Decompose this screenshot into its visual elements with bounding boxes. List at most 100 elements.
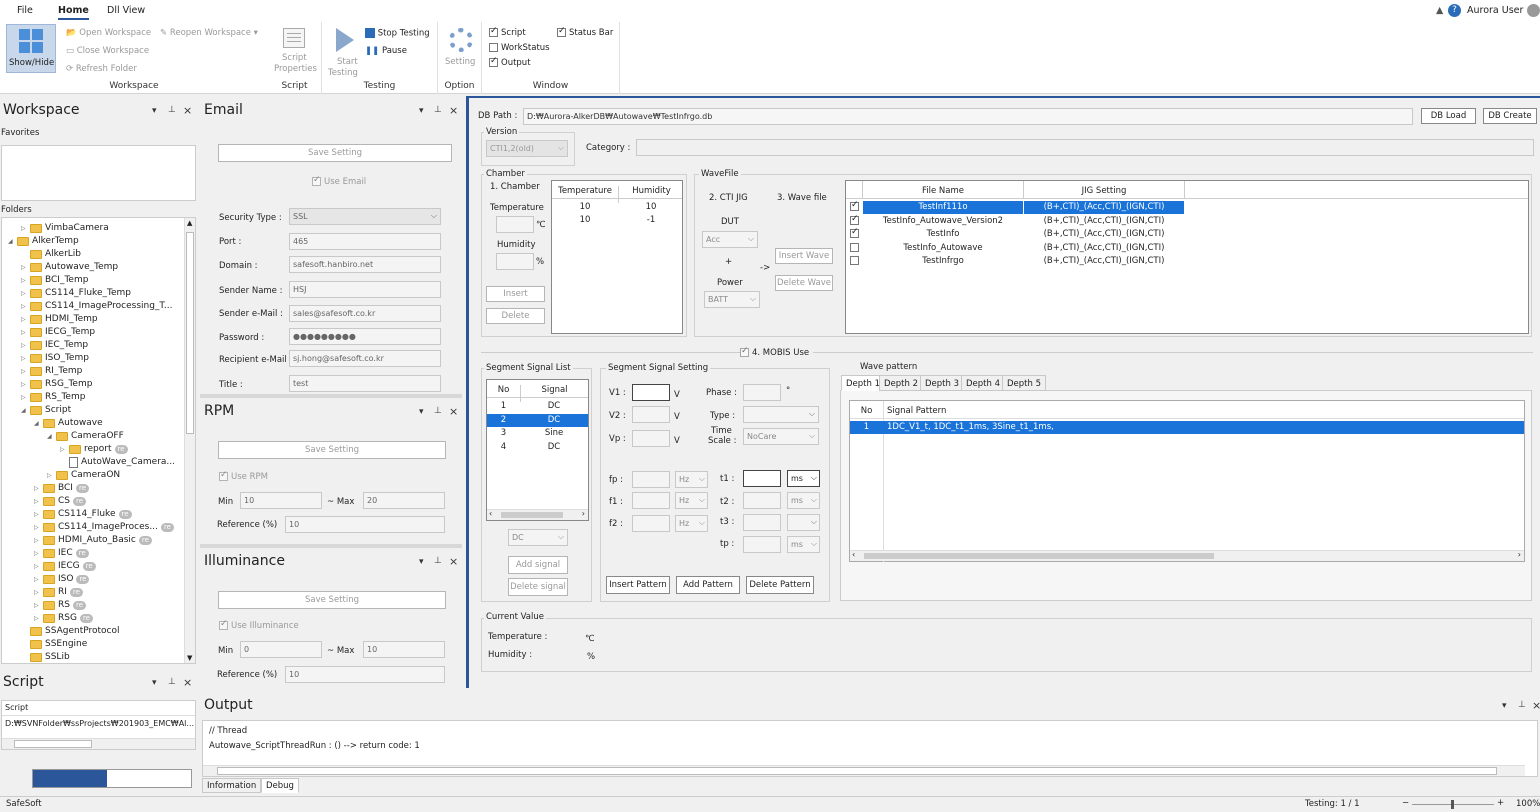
expanded-icon[interactable]: ◢ bbox=[34, 420, 43, 427]
table-row[interactable]: TestInfrgo (B+,CTI)_(Acc,CTI)_(IGN,CTI) bbox=[846, 255, 1528, 268]
title-field[interactable]: test bbox=[289, 375, 441, 392]
db-create-button[interactable]: DB Create bbox=[1483, 108, 1537, 124]
tree-item[interactable]: ▷ ISO re bbox=[34, 573, 90, 585]
pin-icon[interactable]: ⊥ bbox=[168, 105, 176, 115]
pin-icon[interactable]: ⊥ bbox=[434, 105, 442, 115]
tree-item[interactable]: ▷ BCI_Temp bbox=[21, 274, 88, 286]
tp-unit-select[interactable]: ms ⌵ bbox=[787, 536, 820, 553]
close-icon[interactable]: × bbox=[183, 104, 192, 117]
tp-field[interactable] bbox=[743, 536, 781, 553]
panel-menu-icon[interactable]: ▾ bbox=[419, 106, 424, 116]
user-name[interactable]: Aurora User bbox=[1467, 5, 1523, 16]
security-type-select[interactable]: SSL ⌵ bbox=[289, 208, 441, 225]
fp-field[interactable] bbox=[632, 471, 670, 488]
v2-field[interactable] bbox=[632, 406, 670, 423]
tree-item[interactable]: ▷ RI re bbox=[34, 586, 83, 598]
zoom-out-icon[interactable]: − bbox=[1402, 798, 1409, 808]
vp-field[interactable] bbox=[632, 430, 670, 447]
delete-wave-button[interactable]: Delete Wave bbox=[775, 275, 833, 291]
panel-menu-icon[interactable]: ▾ bbox=[1502, 701, 1507, 711]
scroll-left-icon[interactable]: ‹ bbox=[852, 550, 855, 559]
collapsed-icon[interactable]: ▷ bbox=[34, 563, 43, 570]
panel-menu-icon[interactable]: ▾ bbox=[419, 557, 424, 567]
menu-home[interactable]: Home bbox=[58, 5, 89, 20]
tab-depth-4[interactable]: Depth 4 bbox=[961, 375, 1005, 391]
port-field[interactable]: 465 bbox=[289, 233, 441, 250]
signal-type-select[interactable]: DC ⌵ bbox=[508, 529, 568, 546]
collapsed-icon[interactable]: ▷ bbox=[21, 277, 30, 284]
t1-unit-select[interactable]: ms ⌵ bbox=[787, 470, 820, 487]
tree-item[interactable]: ▷ Autowave_Temp bbox=[21, 261, 118, 273]
fp-unit-select[interactable]: Hz ⌵ bbox=[675, 471, 708, 488]
table-row[interactable]: TestInf111o(B+,CTI)_(Acc,CTI)_(IGN,CTI) bbox=[846, 200, 1528, 214]
wave-file-table[interactable]: File Name JIG Setting TestInf111o(B+,CTI… bbox=[845, 180, 1529, 334]
rpm-ref-field[interactable]: 10 bbox=[285, 516, 445, 533]
close-icon[interactable]: × bbox=[449, 405, 458, 418]
tree-item[interactable]: AlkerLib bbox=[21, 248, 81, 260]
hscroll-thumb[interactable] bbox=[217, 767, 1497, 775]
tree-item[interactable]: ▷ RS re bbox=[34, 599, 86, 611]
table-row[interactable]: TestInfo_Autowave (B+,CTI)_(Acc,CTI)_(IGN… bbox=[846, 242, 1528, 255]
script-properties-button[interactable]: Script Properties bbox=[274, 24, 318, 76]
f1-field[interactable] bbox=[632, 492, 670, 509]
table-row[interactable]: TestInfo_Autowave_Version2 (B+,CTI)_(Acc,… bbox=[846, 214, 1528, 228]
tree-item[interactable]: ▷ IEC_Temp bbox=[21, 339, 88, 351]
tree-item[interactable]: ▷ VimbaCamera bbox=[21, 222, 109, 234]
tree-item[interactable]: ▷ RSG re bbox=[34, 612, 93, 624]
refresh-folder-button[interactable]: ⟳ Refresh Folder bbox=[66, 64, 137, 74]
tree-item[interactable]: ◢ CameraOFF bbox=[47, 430, 124, 442]
tree-item[interactable]: ▷ IECG_Temp bbox=[21, 326, 95, 338]
tree-item[interactable]: ▷ IEC re bbox=[34, 547, 89, 559]
collapsed-icon[interactable]: ▷ bbox=[34, 498, 43, 505]
use-rpm-checkbox[interactable]: Use RPM bbox=[219, 470, 268, 482]
collapsed-icon[interactable]: ▷ bbox=[21, 394, 30, 401]
illuminance-ref-field[interactable]: 10 bbox=[285, 666, 445, 683]
collapsed-icon[interactable]: ▷ bbox=[60, 446, 69, 453]
pause-button[interactable]: ❚❚ Pause bbox=[365, 46, 407, 56]
delete-pattern-button[interactable]: Delete Pattern bbox=[746, 576, 814, 594]
panel-menu-icon[interactable]: ▾ bbox=[419, 407, 424, 417]
pin-icon[interactable]: ⊥ bbox=[168, 677, 176, 687]
script-hscrollbar[interactable] bbox=[2, 738, 195, 749]
collapsed-icon[interactable]: ▷ bbox=[34, 602, 43, 609]
illuminance-max-field[interactable]: 10 bbox=[363, 641, 445, 658]
collapsed-icon[interactable]: ▷ bbox=[21, 303, 30, 310]
expanded-icon[interactable]: ◢ bbox=[8, 238, 17, 245]
tree-item[interactable]: ▷ report re bbox=[60, 443, 128, 455]
menu-file[interactable]: File bbox=[17, 5, 33, 16]
tree-item[interactable]: ▷ BCI re bbox=[34, 482, 89, 494]
time-scale-select[interactable]: NoCare ⌵ bbox=[743, 428, 819, 445]
close-workspace-button[interactable]: ▭ Close Workspace bbox=[66, 46, 149, 56]
mobis-use-checkbox[interactable]: 4. MOBIS Use bbox=[740, 346, 809, 358]
tree-item[interactable]: ▷ HDMI_Auto_Basic re bbox=[34, 534, 152, 546]
rpm-min-field[interactable]: 10 bbox=[240, 492, 322, 509]
close-icon[interactable]: × bbox=[449, 555, 458, 568]
table-row[interactable]: 3 Sine bbox=[487, 427, 588, 440]
tree-item[interactable]: ◢ AlkerTemp bbox=[8, 235, 79, 247]
collapsed-icon[interactable]: ▷ bbox=[21, 342, 30, 349]
scroll-right-icon[interactable]: › bbox=[582, 509, 585, 518]
rpm-save-button[interactable]: Save Setting bbox=[218, 441, 446, 459]
t3-field[interactable] bbox=[743, 514, 781, 531]
table-row[interactable]: 10 -1 bbox=[552, 214, 682, 227]
tab-debug[interactable]: Debug bbox=[261, 778, 299, 793]
tree-item[interactable]: ▷ CS re bbox=[34, 495, 87, 507]
tree-item[interactable]: ▷ CameraON bbox=[47, 469, 120, 481]
type-select[interactable]: ⌵ bbox=[743, 406, 819, 423]
collapse-ribbon-icon[interactable]: ▲ bbox=[1436, 5, 1443, 16]
favorites-list[interactable] bbox=[1, 145, 196, 201]
f1-unit-select[interactable]: Hz ⌵ bbox=[675, 492, 708, 509]
hscroll-thumb[interactable] bbox=[501, 512, 563, 518]
humidity-field[interactable] bbox=[496, 253, 534, 270]
status-bar-checkbox[interactable]: Status Bar bbox=[557, 26, 613, 38]
f2-unit-select[interactable]: Hz ⌵ bbox=[675, 515, 708, 532]
scroll-down-icon[interactable]: ▼ bbox=[187, 654, 192, 662]
email-save-button[interactable]: Save Setting bbox=[218, 144, 452, 162]
tree-scrollbar[interactable]: ▲ ▼ bbox=[184, 218, 195, 663]
use-illuminance-checkbox[interactable]: Use Illuminance bbox=[219, 619, 299, 631]
segment-table[interactable]: No Signal 1 DC 2 DC 3 Sine 4 DC ‹ › bbox=[486, 379, 589, 521]
db-load-button[interactable]: DB Load bbox=[1421, 108, 1476, 124]
t3-unit-select[interactable]: ⌵ bbox=[787, 514, 820, 531]
dut-select[interactable]: Acc ⌵ bbox=[702, 231, 758, 248]
rpm-max-field[interactable]: 20 bbox=[363, 492, 445, 509]
